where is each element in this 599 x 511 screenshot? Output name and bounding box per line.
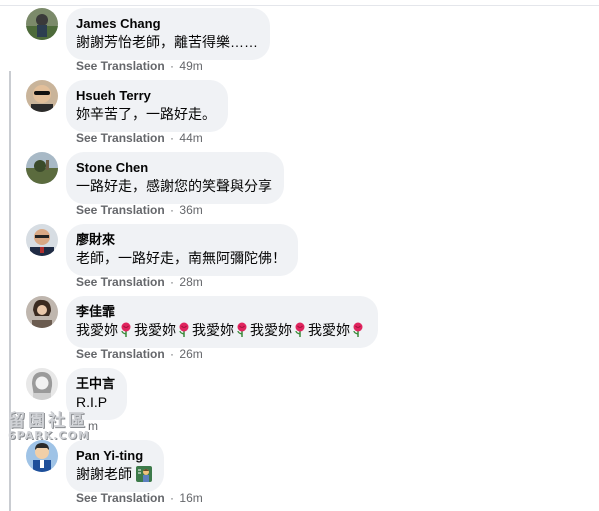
comment-author[interactable]: Stone Chen: [76, 160, 272, 176]
comment-text: 我愛妳 我愛妳 我愛妳 我愛妳 我愛妳: [76, 321, 366, 340]
comment-bubble: 廖財來 老師，一路好走，南無阿彌陀佛！: [66, 224, 298, 276]
comment-author[interactable]: Hsueh Terry: [76, 88, 216, 104]
avatar[interactable]: [26, 152, 58, 184]
comment-text: R.I.P: [76, 394, 108, 410]
see-translation-link[interactable]: See Translation: [76, 59, 165, 73]
teacher-emoji-icon: [136, 466, 152, 482]
comment-bubble: Stone Chen 一路好走，感謝您的笑聲與分享: [66, 152, 284, 204]
comment-author[interactable]: Pan Yi-ting: [76, 448, 152, 464]
avatar[interactable]: [26, 224, 58, 256]
comment-author[interactable]: James Chang: [76, 16, 258, 32]
avatar[interactable]: [26, 8, 58, 40]
meta-separator: ·: [170, 59, 175, 73]
rose-icon: [237, 322, 247, 337]
reply-thread-line: [9, 71, 11, 511]
comment-bubble: Pan Yi-ting 謝謝老師: [66, 440, 164, 492]
comment-meta: See Translation · 28m: [76, 275, 203, 289]
comment-text-segment: 我愛妳: [192, 322, 234, 338]
comment-timestamp[interactable]: 49m: [179, 59, 202, 73]
comment-text: 謝謝老師: [76, 465, 152, 484]
comment-meta: See Translation · 44m: [76, 131, 203, 145]
comment-text: 老師，一路好走，南無阿彌陀佛！: [76, 250, 286, 266]
see-translation-link[interactable]: See Translation: [76, 275, 165, 289]
comment-text-segment: 謝謝老師: [76, 466, 132, 482]
watermark-text-domain: 6PARK.COM: [8, 429, 90, 442]
rose-icon: [295, 322, 305, 337]
meta-separator: ·: [170, 131, 175, 145]
site-watermark: 留園社區 6PARK.COM: [8, 412, 90, 442]
comment-bubble: 李佳霏 我愛妳 我愛妳 我愛妳 我愛妳 我愛妳: [66, 296, 378, 348]
rose-icon: [121, 322, 131, 337]
comment-meta: See Translation · 36m: [76, 203, 203, 217]
comment-timestamp[interactable]: 16m: [179, 491, 202, 505]
comment-author[interactable]: 廖財來: [76, 232, 286, 248]
comment-timestamp[interactable]: 28m: [179, 275, 202, 289]
comment-text: 妳辛苦了，一路好走。: [76, 106, 216, 122]
comment-meta: See Translation · 16m: [76, 491, 203, 505]
see-translation-link[interactable]: See Translation: [76, 491, 165, 505]
profile-photo-stone-chen-icon: [26, 152, 58, 184]
see-translation-link[interactable]: See Translation: [76, 347, 165, 361]
meta-separator: ·: [170, 491, 175, 505]
top-divider: [0, 5, 599, 6]
watermark-text-chinese: 留園社區: [8, 411, 88, 431]
comment-timestamp[interactable]: 44m: [179, 131, 202, 145]
profile-photo-li-icon: [26, 296, 58, 328]
profile-photo-liao-icon: [26, 224, 58, 256]
comment-timestamp[interactable]: 26m: [179, 347, 202, 361]
rose-icon: [179, 322, 189, 337]
comment-author[interactable]: 李佳霏: [76, 304, 366, 320]
see-translation-link[interactable]: See Translation: [76, 131, 165, 145]
profile-photo-hsueh-terry-icon: [26, 80, 58, 112]
comment-timestamp[interactable]: 36m: [179, 203, 202, 217]
rose-icon: [353, 322, 363, 337]
profile-photo-pan-icon: [26, 440, 58, 472]
comment-text-segment: 我愛妳: [76, 322, 118, 338]
avatar[interactable]: [26, 368, 58, 400]
comment-meta: See Translation · 49m: [76, 59, 203, 73]
comment-text-segment: 我愛妳: [250, 322, 292, 338]
comment-text-segment: 我愛妳: [308, 322, 350, 338]
comment-text-segment: 我愛妳: [134, 322, 176, 338]
comment-meta: See Translation · 26m: [76, 347, 203, 361]
avatar[interactable]: [26, 440, 58, 472]
see-translation-link[interactable]: See Translation: [76, 203, 165, 217]
comment-text: 一路好走，感謝您的笑聲與分享: [76, 178, 272, 194]
meta-separator: ·: [170, 275, 175, 289]
meta-separator: ·: [170, 203, 175, 217]
meta-separator: ·: [170, 347, 175, 361]
avatar[interactable]: [26, 80, 58, 112]
comment-bubble: James Chang 謝謝芳怡老師，離苦得樂……: [66, 8, 270, 60]
comment-bubble: Hsueh Terry 妳辛苦了，一路好走。: [66, 80, 228, 132]
profile-photo-james-chang-icon: [26, 8, 58, 40]
comment-author[interactable]: 王中言: [76, 376, 115, 392]
profile-photo-wang-icon: [26, 368, 58, 400]
avatar[interactable]: [26, 296, 58, 328]
comment-text: 謝謝芳怡老師，離苦得樂……: [76, 34, 258, 50]
